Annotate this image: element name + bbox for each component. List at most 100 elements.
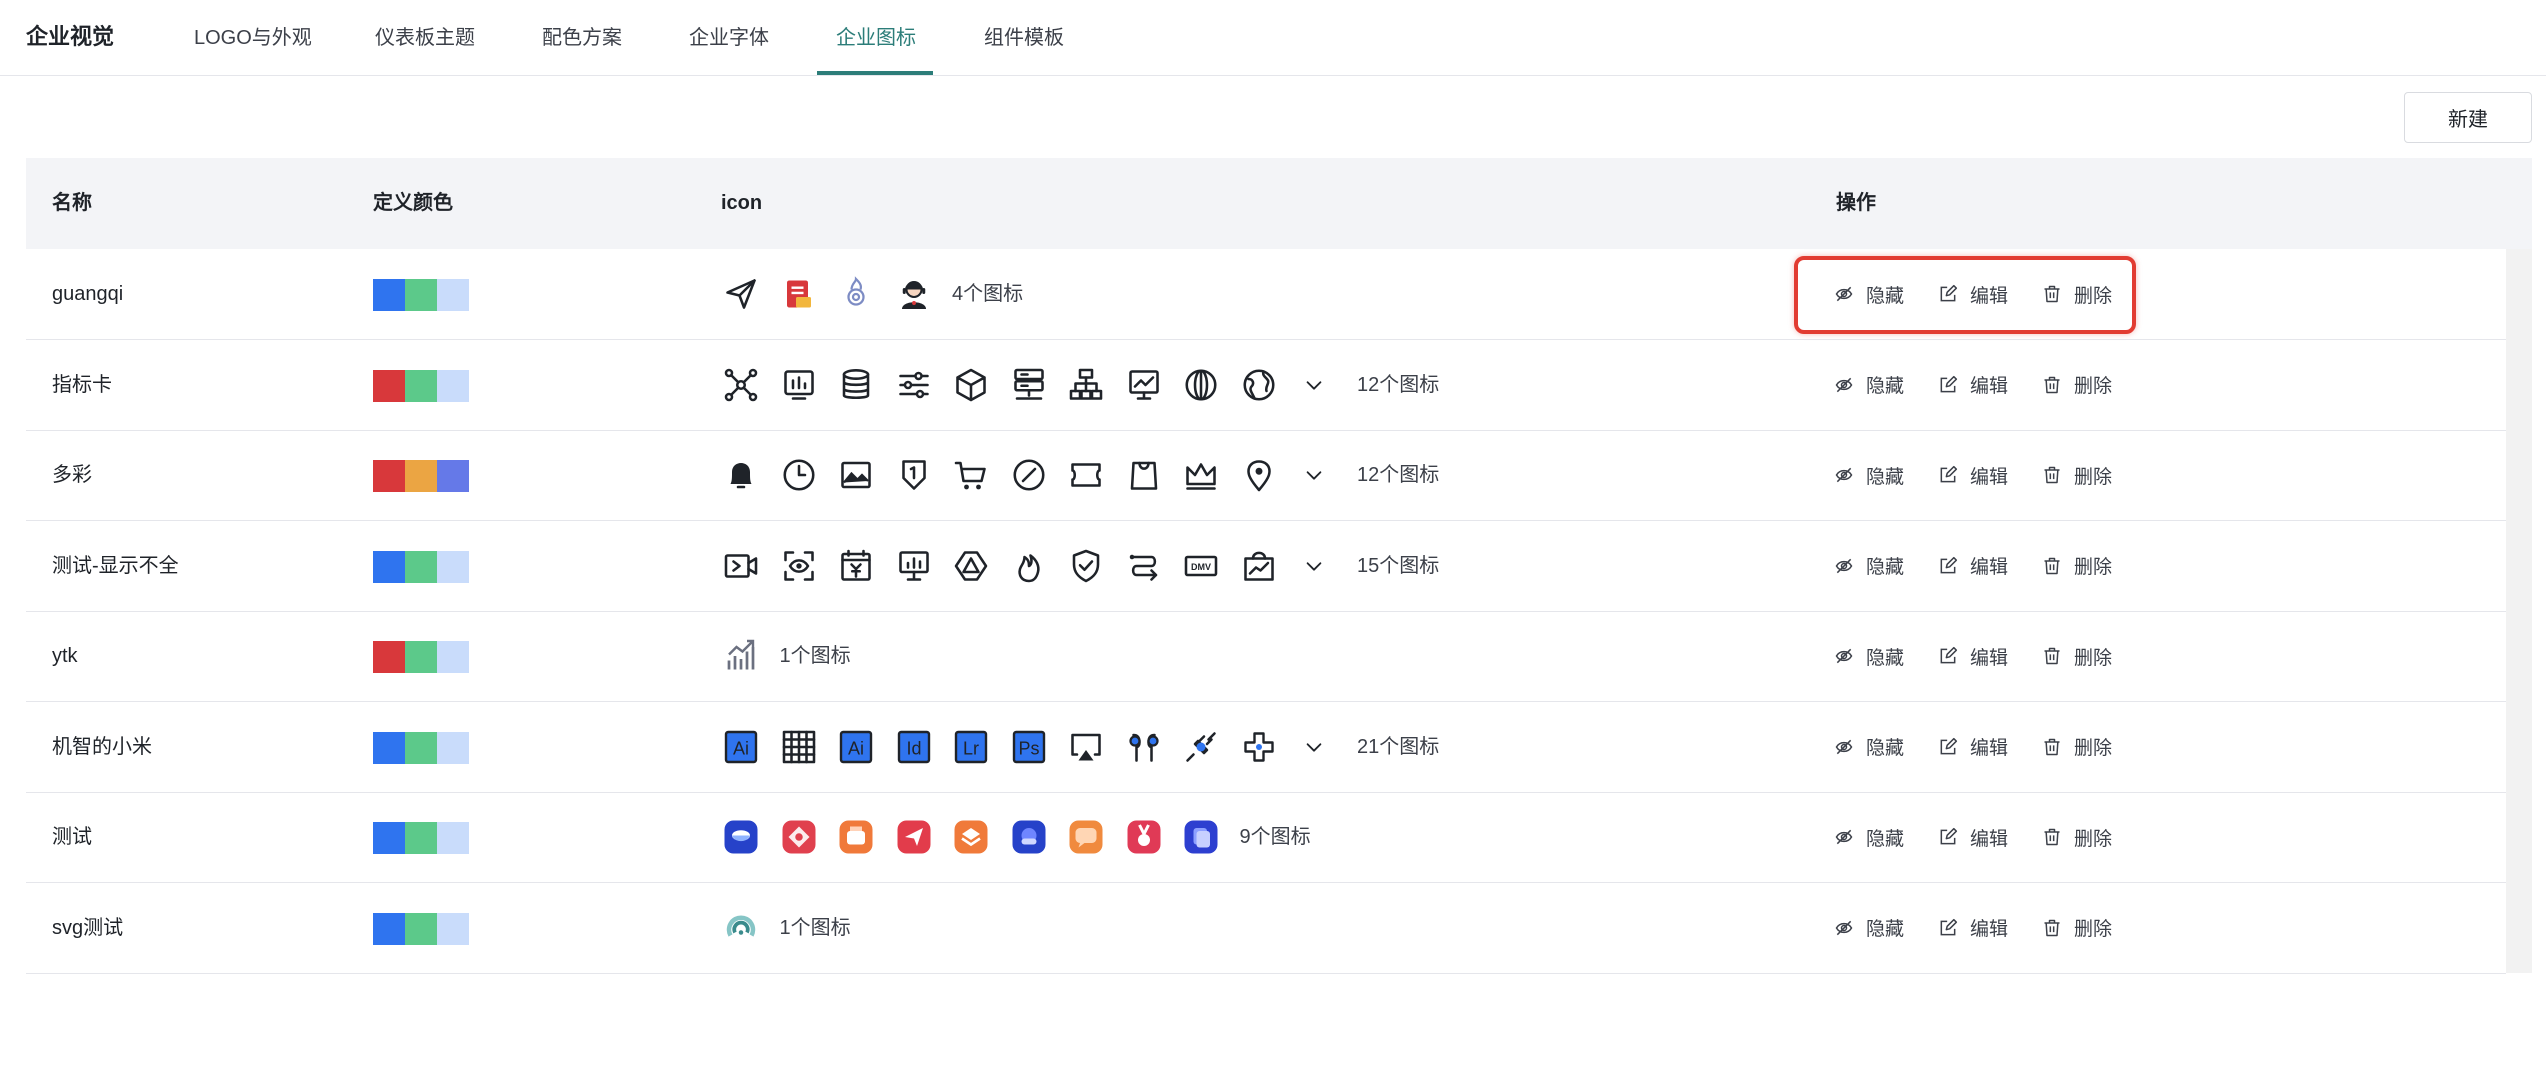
hide-button[interactable]: 隐藏: [1834, 824, 1904, 851]
tab-enterprise-font[interactable]: 企业字体: [689, 24, 769, 52]
actions-highlight-box: [1794, 256, 2136, 334]
ticket-text-icon: DMV: [1181, 546, 1221, 586]
hide-button-label: 隐藏: [1866, 828, 1905, 850]
trash-icon: [2042, 465, 2074, 485]
paper-plane-icon: [721, 274, 761, 314]
tab-component-templates[interactable]: 组件模板: [984, 24, 1064, 52]
tab-dashboard-theme[interactable]: 仪表板主题: [375, 24, 475, 52]
svg-text:Lr: Lr: [963, 738, 979, 758]
shield-check-icon: [1066, 546, 1106, 586]
svg-text:Ai: Ai: [848, 738, 864, 758]
icon-list: 1个图标: [721, 636, 851, 676]
delete-button[interactable]: 删除: [2042, 371, 2112, 398]
edit-button[interactable]: 编辑: [1938, 824, 2008, 851]
hide-button[interactable]: 隐藏: [1834, 914, 1904, 941]
image-icon: [836, 455, 876, 495]
color-swatches: [373, 641, 469, 673]
photoshop-icon: Ps: [1009, 727, 1049, 767]
color-swatch: [405, 731, 437, 764]
header-color: 定义颜色: [373, 192, 453, 214]
eye-off-icon: [1834, 465, 1866, 485]
color-swatch: [373, 912, 405, 945]
bag-icon: [1124, 455, 1164, 495]
tab-enterprise-icons[interactable]: 企业图标: [836, 24, 916, 52]
edit-icon: [1938, 465, 1970, 485]
delete-button[interactable]: 删除: [2042, 643, 2112, 670]
icon-count: 12个图标: [1357, 464, 1440, 486]
delete-button[interactable]: 删除: [2042, 914, 2112, 941]
tab-color-scheme[interactable]: 配色方案: [542, 24, 622, 52]
hide-button[interactable]: 隐藏: [1834, 733, 1904, 760]
row-name: 机智的小米: [52, 735, 152, 758]
delete-button-label: 删除: [2074, 828, 2113, 850]
gauge-icon: [721, 908, 761, 948]
delete-button[interactable]: 删除: [2042, 733, 2112, 760]
edit-button[interactable]: 编辑: [1938, 914, 2008, 941]
delete-button[interactable]: 删除: [2042, 824, 2112, 851]
chevron-down-icon[interactable]: [1300, 546, 1328, 586]
new-button[interactable]: 新建: [2404, 92, 2532, 143]
table-row: ytk 1个图标 隐藏 编辑 删除: [26, 611, 2506, 702]
icon-list: 12个图标: [721, 455, 1439, 495]
row-name: 测试-显示不全: [52, 554, 179, 577]
edit-button[interactable]: 编辑: [1938, 552, 2008, 579]
org-chart-icon: [1066, 365, 1106, 405]
icon-list: 9个图标: [721, 817, 1311, 857]
clock-icon: [779, 455, 819, 495]
edit-button[interactable]: 编辑: [1938, 371, 2008, 398]
chevron-down-icon[interactable]: [1300, 365, 1328, 405]
delete-button-label: 删除: [2074, 466, 2113, 488]
app-chat-orange-icon: [1066, 817, 1106, 857]
table-row: 多彩 12个图标 隐藏 编辑 删除: [26, 430, 2506, 521]
edit-button-label: 编辑: [1970, 376, 2009, 397]
network-icon: [721, 365, 761, 405]
color-swatch: [405, 460, 437, 492]
sliders-icon: [894, 365, 934, 405]
edit-button-label: 编辑: [1970, 738, 2009, 759]
edit-icon: [1938, 375, 1970, 395]
color-swatch: [373, 460, 405, 492]
hide-button[interactable]: 隐藏: [1834, 552, 1904, 579]
route-icon: [1124, 546, 1164, 586]
color-swatch: [437, 369, 469, 402]
trash-icon: [2042, 646, 2074, 666]
flame-gear-icon: [836, 274, 876, 314]
edit-icon: [1938, 646, 1970, 666]
color-swatch: [405, 641, 437, 673]
eye-off-icon: [1834, 646, 1866, 666]
color-swatch: [437, 550, 469, 583]
icon-count: 21个图标: [1357, 735, 1440, 758]
plug-icon: [1181, 727, 1221, 767]
color-swatch: [373, 822, 405, 854]
color-swatches: [373, 731, 469, 764]
tab-logo-appearance[interactable]: LOGO与外观: [194, 24, 312, 52]
edit-button[interactable]: 编辑: [1938, 462, 2008, 489]
color-swatch: [405, 912, 437, 945]
icon-list: Ai Ai Id Lr Ps 21个图标: [721, 727, 1439, 767]
airplay-icon: [1066, 727, 1106, 767]
edit-button[interactable]: 编辑: [1938, 733, 2008, 760]
color-swatch: [373, 731, 405, 764]
hide-button[interactable]: 隐藏: [1834, 643, 1904, 670]
earbuds-icon: [1124, 727, 1164, 767]
triangle-alert-icon: [951, 546, 991, 586]
chevron-down-icon[interactable]: [1300, 727, 1328, 767]
lightroom-icon: Lr: [951, 727, 991, 767]
delete-button[interactable]: 删除: [2042, 552, 2112, 579]
table-row: 测试 9个图标 隐藏 编辑 删除: [26, 792, 2506, 883]
edit-button[interactable]: 编辑: [1938, 643, 2008, 670]
delete-button[interactable]: 删除: [2042, 462, 2112, 489]
vertical-scrollbar[interactable]: [2506, 249, 2532, 973]
svg-text:Ai: Ai: [733, 738, 749, 758]
cube-icon: [951, 365, 991, 405]
color-swatch: [437, 641, 469, 673]
icon-list: 1个图标: [721, 908, 851, 948]
chevron-down-icon[interactable]: [1300, 455, 1328, 495]
hide-button[interactable]: 隐藏: [1834, 462, 1904, 489]
color-swatches: [373, 550, 469, 583]
hide-button[interactable]: 隐藏: [1834, 371, 1904, 398]
propeller-icon: [1239, 727, 1279, 767]
app-orange-icon: [836, 817, 876, 857]
app-send-icon: [894, 817, 934, 857]
row-name: svg测试: [52, 916, 124, 939]
